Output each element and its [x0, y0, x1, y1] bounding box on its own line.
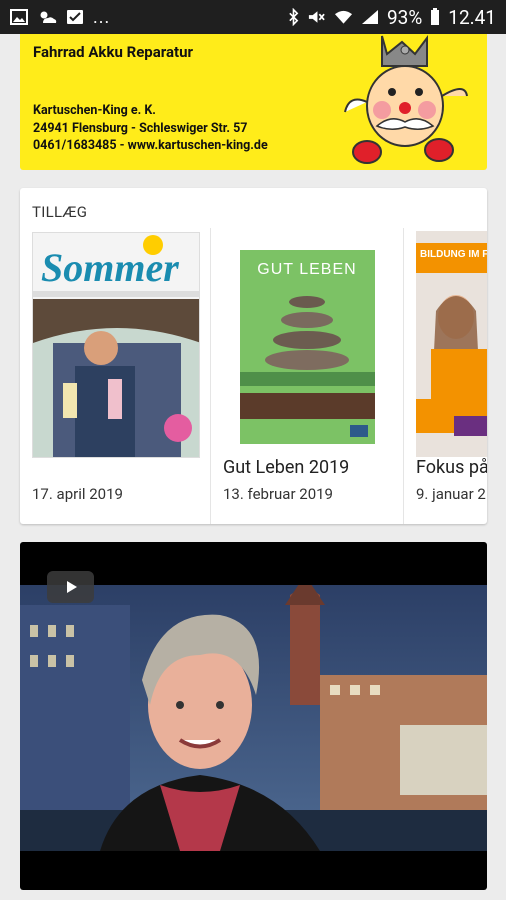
clock: 12.41 — [448, 5, 496, 29]
video-frame-image — [20, 585, 487, 851]
ad-contact: 0461/1683485 - www.kartuschen-king.de — [33, 138, 268, 153]
bluetooth-icon — [289, 8, 299, 26]
cover-title-text: GUT LEBEN — [257, 261, 356, 278]
supplement-item[interactable]: Sommer 17. april 2019 — [20, 228, 210, 524]
section-label: TILLÆG — [32, 203, 88, 221]
supplement-cover: GUT LEBEN — [240, 250, 375, 444]
battery-icon — [431, 8, 440, 25]
cover-bildung-image: BILDUNG IM FOKUS — [416, 231, 487, 457]
supplement-cover: BILDUNG IM FOKUS — [416, 231, 487, 457]
ad-company: Kartuschen-King e. K. — [33, 103, 156, 118]
supplement-item[interactable]: GUT LEBEN Gut Leben 2019 13. februar 201… — [211, 228, 403, 524]
mute-icon — [308, 11, 325, 23]
cover-title-text: BILDUNG IM FOKUS — [420, 249, 487, 260]
supplement-title: Fokus på — [416, 457, 487, 478]
checklist-notification-icon — [67, 10, 83, 24]
supplements-card: TILLÆG Sommer 17. april 2019 GUT LEBEN G… — [20, 188, 487, 524]
signal-icon — [361, 10, 378, 24]
supplement-date: 13. februar 2019 — [223, 485, 333, 503]
video-thumbnail — [20, 585, 487, 851]
supplement-title: Gut Leben 2019 — [223, 457, 350, 478]
cover-gut-leben-image: GUT LEBEN — [240, 250, 375, 444]
supplement-cover: Sommer — [32, 232, 200, 458]
overflow-indicator: ... — [93, 6, 111, 28]
weather-icon — [40, 11, 57, 23]
play-button[interactable] — [47, 571, 94, 603]
ad-address: 24941 Flensburg - Schleswiger Str. 57 — [33, 121, 248, 136]
wifi-icon — [334, 10, 353, 24]
supplement-date: 17. april 2019 — [32, 485, 123, 503]
king-mascot-logo — [344, 35, 468, 164]
video-player[interactable] — [20, 542, 487, 890]
ad-title: Fahrrad Akku Reparatur — [33, 43, 194, 61]
ad-banner[interactable]: Fahrrad Akku Reparatur Kartuschen-King e… — [20, 34, 487, 170]
supplement-item[interactable]: BILDUNG IM FOKUS Fokus på 9. januar 2 — [404, 228, 487, 524]
status-bar: ... 93% 12.41 — [0, 0, 506, 34]
cover-sommer-image: Sommer — [33, 233, 199, 457]
cover-title-text: Sommer — [41, 245, 179, 290]
play-icon — [66, 581, 77, 593]
supplement-date: 9. januar 2 — [416, 485, 486, 503]
battery-percent: 93% — [386, 5, 423, 29]
image-notification-icon — [10, 9, 28, 25]
